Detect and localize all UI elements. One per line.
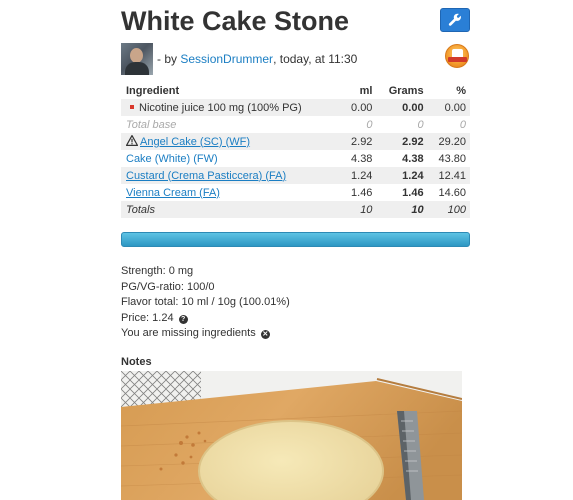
- ratio-text: PG/VG-ratio: 100/0: [121, 280, 215, 293]
- ml-cell: 4.38: [351, 152, 373, 165]
- ml-cell: 0: [366, 118, 373, 131]
- warning-triangle-icon: [126, 134, 138, 146]
- flavor-total-text: Flavor total: 10 ml / 10g (100.01%): [121, 296, 290, 308]
- ingredient-name: Nicotine juice 100 mg (100% PG): [139, 101, 302, 114]
- grams-cell: 0: [417, 118, 424, 131]
- percent-cell: 12.41: [427, 167, 470, 184]
- ingredient-name-cell: Angel Cake (SC) (WF): [121, 133, 342, 150]
- byline-prefix: - by: [157, 52, 178, 66]
- totals-label: Totals: [121, 201, 342, 218]
- grams-cell: 10: [376, 201, 428, 218]
- ingredient-name-cell: Cake (White) (FW): [121, 150, 341, 167]
- flavor-link-cake-white[interactable]: Cake (White) (FW): [126, 153, 218, 165]
- byline: - by SessionDrummer, today, at 11:30: [121, 43, 357, 75]
- ml-cell: 10: [341, 201, 377, 218]
- ingredient-name-cell: Custard (Crema Pasticcera) (FA): [121, 167, 342, 184]
- table-row: Custard (Crema Pasticcera) (FA) 1.24 1.2…: [121, 167, 470, 184]
- flavor-link-vienna-cream[interactable]: Vienna Cream (FA): [126, 187, 220, 199]
- price-text: Price: 1.24: [121, 311, 174, 324]
- recipe-page: White Cake Stone - by SessionDrummer, to…: [0, 0, 573, 500]
- award-badge-icon: [445, 44, 469, 68]
- tools-button[interactable]: [440, 8, 470, 32]
- ingredients-table: Ingredient ml Grams % Nicotine juice 100…: [121, 82, 470, 218]
- table-row: Cake (White) (FW) 4.38 4.38 43.80: [121, 150, 470, 167]
- table-header-row: Ingredient ml Grams %: [121, 82, 470, 99]
- missing-text: You are missing ingredients: [121, 327, 256, 339]
- flavor-progress-bar: [121, 232, 470, 247]
- grams-cell: 1.24: [376, 167, 428, 184]
- strength-text: Strength: 0 mg: [121, 265, 194, 277]
- x-circle-icon[interactable]: ✕: [260, 330, 270, 339]
- price-line: Price: 1.24 ?: [121, 311, 290, 327]
- totals-row: Totals 10 10 100: [121, 201, 470, 218]
- header-ingredient: Ingredient: [126, 84, 180, 97]
- table-row: Total base 0 0 0: [121, 116, 470, 133]
- question-circle-icon[interactable]: ?: [178, 314, 188, 324]
- ml-cell: 1.46: [351, 186, 373, 199]
- percent-cell: 14.60: [438, 186, 466, 199]
- missing-line: You are missing ingredients ✕: [121, 326, 290, 342]
- cake-photo: [121, 371, 462, 500]
- header-percent: %: [456, 84, 466, 97]
- percent-cell: 29.20: [427, 133, 470, 150]
- ml-cell: 0.00: [341, 99, 377, 116]
- table-row: Angel Cake (SC) (WF) 2.92 2.92 29.20: [121, 133, 470, 150]
- grams-cell: 2.92: [376, 133, 428, 150]
- grams-cell: 0.00: [376, 99, 428, 116]
- table-row: Nicotine juice 100 mg (100% PG) 0.00 0.0…: [121, 99, 470, 116]
- header-ml: ml: [359, 84, 373, 97]
- recipe-stats: Strength: 0 mg PG/VG-ratio: 100/0 Flavor…: [121, 264, 290, 342]
- percent-cell: 0.00: [427, 99, 470, 116]
- author-link[interactable]: SessionDrummer: [180, 52, 273, 66]
- avatar[interactable]: [121, 43, 153, 75]
- table-row: Vienna Cream (FA) 1.46 1.46 14.60: [121, 184, 470, 201]
- grams-cell: 1.46: [402, 186, 424, 199]
- flavor-link-angel-cake[interactable]: Angel Cake (SC) (WF): [140, 136, 250, 148]
- wrench-icon: [448, 13, 461, 26]
- header-grams: Grams: [388, 84, 424, 97]
- grams-cell: 4.38: [402, 152, 424, 165]
- ingredient-name: Total base: [126, 118, 177, 131]
- percent-cell: 0: [459, 118, 466, 131]
- nicotine-dot-icon: [130, 104, 134, 109]
- notes-heading: Notes: [121, 356, 152, 368]
- ml-cell: 1.24: [341, 167, 377, 184]
- ingredient-name-cell: Nicotine juice 100 mg (100% PG): [121, 99, 342, 116]
- percent-cell: 100: [427, 201, 470, 218]
- ingredient-name-cell: Vienna Cream (FA): [121, 184, 341, 201]
- page-title: White Cake Stone: [121, 6, 350, 36]
- byline-suffix: , today, at 11:30: [273, 52, 358, 66]
- ml-cell: 2.92: [341, 133, 377, 150]
- flavor-link-custard[interactable]: Custard (Crema Pasticcera) (FA): [126, 170, 286, 182]
- percent-cell: 43.80: [438, 152, 466, 165]
